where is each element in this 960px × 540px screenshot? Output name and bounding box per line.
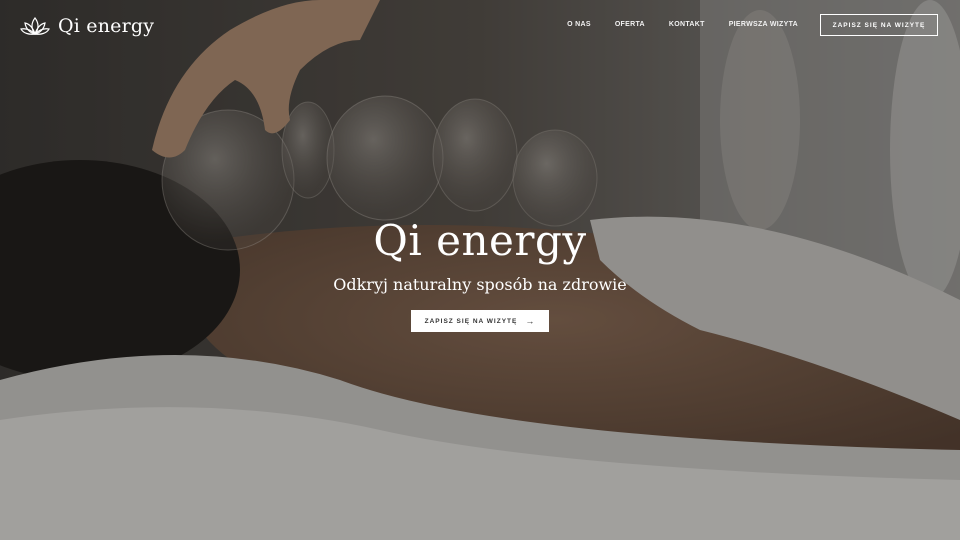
hero-book-visit-button[interactable]: ZAPISZ SIĘ NA WIZYTĘ → (410, 310, 550, 332)
arrow-right-icon: → (525, 316, 536, 326)
hero-subtitle: Odkryj naturalny sposób na zdrowie (333, 275, 627, 294)
top-navigation: Qi energy O NAS OFERTA KONTAKT PIERWSZA … (0, 0, 960, 54)
hero-cta-label: ZAPISZ SIĘ NA WIZYTĘ (424, 317, 518, 325)
lotus-icon (20, 17, 50, 35)
hero-content: Qi energy Odkryj naturalny sposób na zdr… (0, 216, 960, 332)
nav-link-o-nas[interactable]: O NAS (567, 21, 591, 28)
nav-link-pierwsza-wizyta[interactable]: PIERWSZA WIZYTA (729, 21, 798, 28)
header-book-visit-button[interactable]: ZAPISZ SIĘ NA WIZYTĘ (820, 14, 938, 36)
logo[interactable]: Qi energy (20, 14, 154, 38)
hero-title: Qi energy (373, 216, 587, 265)
nav-link-oferta[interactable]: OFERTA (615, 21, 645, 28)
main-menu: O NAS OFERTA KONTAKT PIERWSZA WIZYTA (567, 21, 798, 28)
logo-text: Qi energy (58, 15, 155, 37)
nav-link-kontakt[interactable]: KONTAKT (669, 21, 705, 28)
